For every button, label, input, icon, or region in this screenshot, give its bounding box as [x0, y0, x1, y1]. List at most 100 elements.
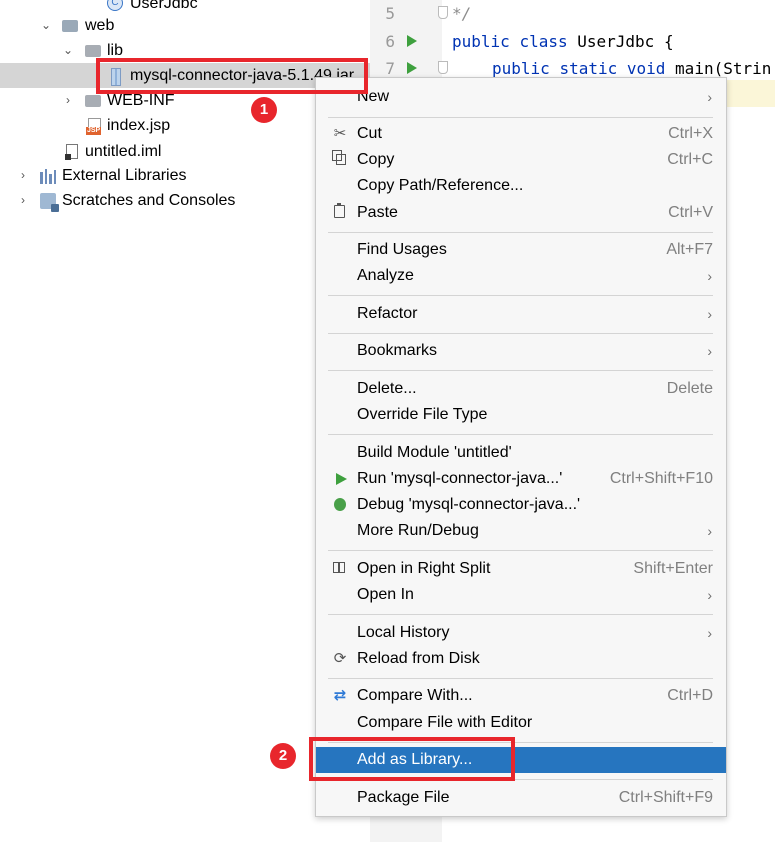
reload-icon: ⟳ — [333, 650, 347, 667]
menu-item-compare-file-editor[interactable]: Compare File with Editor — [316, 710, 726, 736]
menu-item-build-module[interactable]: Build Module 'untitled' — [316, 440, 726, 466]
menu-item-shortcut: Shift+Enter — [633, 560, 713, 577]
menu-item-reload-from-disk[interactable]: ⟳ Reload from Disk — [316, 646, 726, 672]
code-line: 6 public class UserJdbc { — [370, 28, 775, 55]
menu-item-override-file-type[interactable]: Override File Type — [316, 402, 726, 428]
annotation-highlight-add-library — [309, 737, 515, 781]
compare-icon: ⇄ — [333, 687, 347, 704]
chevron-right-icon: › — [707, 343, 712, 359]
menu-item-analyze[interactable]: Analyze › — [316, 263, 726, 289]
chevron-right-icon: › — [707, 89, 712, 105]
menu-item-shortcut: Ctrl+X — [668, 125, 713, 142]
menu-item-find-usages[interactable]: Find Usages Alt+F7 — [316, 237, 726, 263]
menu-item-label: Copy — [357, 151, 395, 168]
menu-item-debug[interactable]: Debug 'mysql-connector-java...' — [316, 492, 726, 518]
menu-separator — [328, 434, 713, 435]
tree-item-label: index.jsp — [107, 117, 171, 134]
menu-item-local-history[interactable]: Local History › — [316, 620, 726, 646]
tree-item-label: External Libraries — [62, 167, 187, 184]
java-class-icon: C — [107, 0, 123, 11]
tree-item-label: Scratches and Consoles — [62, 192, 236, 209]
menu-item-copy[interactable]: Copy Ctrl+C — [316, 147, 726, 173]
chevron-right-icon: › — [707, 306, 712, 322]
menu-item-label: Build Module 'untitled' — [357, 444, 512, 461]
menu-item-new[interactable]: New › — [316, 84, 726, 110]
code-identifier: main(Strin — [675, 59, 772, 78]
menu-item-label: More Run/Debug — [357, 522, 479, 539]
chevron-down-icon[interactable]: ⌄ — [61, 38, 75, 63]
menu-separator — [328, 550, 713, 551]
copy-icon — [332, 150, 346, 165]
chevron-right-icon: › — [707, 268, 712, 284]
debug-icon — [334, 498, 346, 511]
jsp-file-icon: JSP — [86, 118, 102, 135]
tree-item-web[interactable]: ⌄ web — [0, 13, 370, 38]
split-icon — [333, 562, 345, 573]
menu-item-label: Delete... — [357, 380, 417, 397]
menu-item-shortcut: Ctrl+D — [667, 687, 713, 704]
line-number: 5 — [385, 4, 395, 23]
menu-item-open-in[interactable]: Open In › — [316, 582, 726, 608]
folder-icon — [85, 45, 101, 57]
menu-separator — [328, 370, 713, 371]
menu-item-cut[interactable]: ✂ Cut Ctrl+X — [316, 121, 726, 147]
paste-icon — [334, 203, 345, 218]
menu-item-shortcut: Alt+F7 — [666, 241, 713, 258]
folder-icon — [85, 95, 101, 107]
chevron-right-icon[interactable]: › — [16, 188, 30, 213]
menu-item-label: Debug 'mysql-connector-java...' — [357, 496, 581, 513]
menu-item-shortcut: Ctrl+V — [668, 204, 713, 221]
run-gutter-icon[interactable] — [407, 62, 417, 74]
menu-item-label: Run 'mysql-connector-java...' — [357, 470, 563, 487]
menu-item-delete[interactable]: Delete... Delete — [316, 376, 726, 402]
line-number: 6 — [385, 32, 395, 51]
run-gutter-icon[interactable] — [407, 35, 417, 47]
menu-separator — [328, 333, 713, 334]
menu-item-shortcut: Ctrl+C — [667, 151, 713, 168]
chevron-right-icon[interactable]: › — [16, 163, 30, 188]
tree-item-label: web — [85, 17, 115, 34]
annotation-badge-1: 1 — [251, 97, 277, 123]
menu-item-label: Package File — [357, 789, 450, 806]
external-libraries-icon — [40, 168, 56, 184]
menu-item-label: Refactor — [357, 305, 418, 322]
menu-item-open-right-split[interactable]: Open in Right Split Shift+Enter — [316, 556, 726, 582]
menu-item-compare-with[interactable]: ⇄ Compare With... Ctrl+D — [316, 683, 726, 709]
menu-item-copy-path[interactable]: Copy Path/Reference... — [316, 173, 726, 199]
chevron-right-icon: › — [707, 523, 712, 539]
menu-item-run[interactable]: Run 'mysql-connector-java...' Ctrl+Shift… — [316, 466, 726, 492]
context-menu: New › ✂ Cut Ctrl+X Copy Ctrl+C Copy Path… — [315, 77, 727, 817]
code-line: 5 */ — [370, 0, 775, 27]
fold-icon[interactable] — [438, 6, 448, 19]
keyword: public — [492, 59, 550, 78]
keyword: public — [452, 32, 510, 51]
chevron-right-icon: › — [707, 625, 712, 641]
menu-item-shortcut: Ctrl+Shift+F10 — [609, 470, 713, 487]
menu-separator — [328, 614, 713, 615]
menu-item-label: Override File Type — [357, 406, 488, 423]
menu-item-bookmarks[interactable]: Bookmarks › — [316, 338, 726, 364]
keyword: class — [519, 32, 568, 51]
menu-separator — [328, 295, 713, 296]
menu-item-more-run-debug[interactable]: More Run/Debug › — [316, 518, 726, 544]
menu-item-package-file[interactable]: Package File Ctrl+Shift+F9 — [316, 785, 726, 811]
menu-item-refactor[interactable]: Refactor › — [316, 301, 726, 327]
tree-item-label: untitled.iml — [85, 143, 162, 160]
chevron-down-icon[interactable]: ⌄ — [39, 13, 53, 38]
menu-item-paste[interactable]: Paste Ctrl+V — [316, 200, 726, 226]
menu-item-label: Copy Path/Reference... — [357, 177, 524, 194]
menu-separator — [328, 678, 713, 679]
fold-icon[interactable] — [438, 61, 448, 74]
web-folder-icon — [62, 20, 78, 32]
menu-item-label: Cut — [357, 125, 382, 142]
menu-item-label: Bookmarks — [357, 342, 438, 359]
chevron-right-icon[interactable]: › — [61, 88, 75, 113]
code-comment: */ — [452, 4, 472, 23]
cut-icon: ✂ — [333, 125, 347, 142]
menu-separator — [328, 232, 713, 233]
menu-item-label: Find Usages — [357, 241, 447, 258]
menu-item-label: Compare File with Editor — [357, 714, 533, 731]
chevron-right-icon: › — [707, 587, 712, 603]
iml-file-icon — [65, 144, 78, 160]
code-identifier: UserJdbc { — [577, 32, 674, 51]
